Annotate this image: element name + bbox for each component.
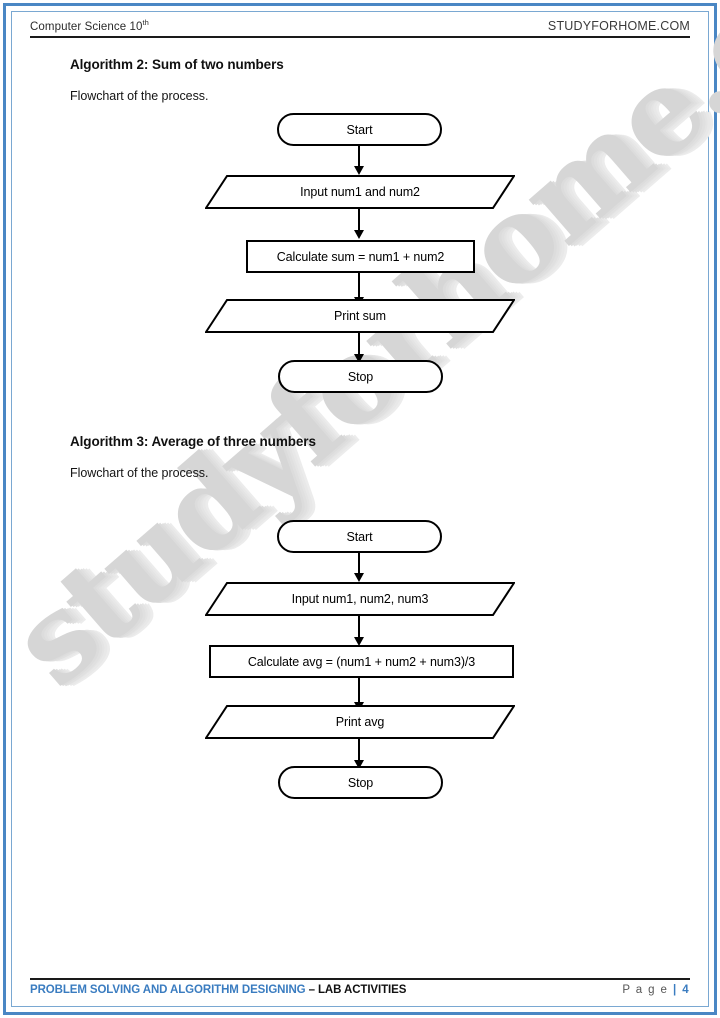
flowchart-1-node-input-label: Input num1 and num2	[300, 185, 420, 199]
flowchart-1-node-input: Input num1 and num2	[205, 175, 515, 209]
flowchart-1-arrow-4	[354, 333, 364, 363]
flowchart-2-arrow-1	[354, 553, 364, 582]
footer-page-number: 4	[682, 984, 690, 996]
flowchart-1-arrow-3	[354, 273, 364, 306]
flowchart-1-node-print-label: Print sum	[334, 309, 386, 323]
footer-page-indicator: P a g e | 4	[622, 984, 690, 996]
algorithm-3-subheading: Flowchart of the process.	[70, 466, 209, 480]
flowchart-2-node-start-label: Start	[346, 529, 373, 544]
flowchart-2-arrow-3	[354, 678, 364, 711]
flowchart-1-arrow-1	[354, 146, 364, 175]
flowchart-2-node-start: Start	[277, 520, 442, 553]
footer-title-highlight: PROBLEM SOLVING AND ALGORITHM DESIGNING	[30, 984, 306, 996]
header-subject-ordinal: th	[142, 18, 149, 27]
flowchart-1-node-calculate: Calculate sum = num1 + num2	[246, 240, 475, 273]
footer-page-separator: |	[672, 984, 678, 996]
flowchart-1-node-stop: Stop	[278, 360, 443, 393]
flowchart-2-arrow-4	[354, 739, 364, 769]
flowchart-2-node-calculate-label: Calculate avg = (num1 + num2 + num3)/3	[247, 654, 476, 669]
flowchart-2-node-input-label: Input num1, num2, num3	[291, 592, 429, 606]
flowchart-2-node-stop: Stop	[278, 766, 443, 799]
flowchart-2-node-print-label: Print avg	[335, 715, 385, 729]
algorithm-2-subheading: Flowchart of the process.	[70, 89, 209, 103]
footer-title-rest: – LAB ACTIVITIES	[305, 984, 407, 996]
flowchart-1-node-start: Start	[277, 113, 442, 146]
flowchart-1-arrow-2	[354, 209, 364, 239]
flowchart-2-node-calculate: Calculate avg = (num1 + num2 + num3)/3	[209, 645, 514, 678]
header-site-name: STUDYFORHOME.COM	[547, 18, 690, 33]
header-subject-text: Computer Science 10	[30, 20, 143, 33]
footer-title: PROBLEM SOLVING AND ALGORITHM DESIGNING …	[30, 984, 406, 996]
algorithm-2-heading: Algorithm 2: Sum of two numbers	[70, 57, 284, 72]
flowchart-2-arrow-2	[354, 616, 364, 646]
footer-page-label: P a g e	[622, 984, 669, 996]
flowchart-1-node-start-label: Start	[346, 122, 373, 137]
algorithm-3-heading: Algorithm 3: Average of three numbers	[70, 434, 316, 449]
flowchart-1-node-calculate-label: Calculate sum = num1 + num2	[276, 249, 445, 264]
page-footer: PROBLEM SOLVING AND ALGORITHM DESIGNING …	[30, 978, 690, 996]
flowchart-2-node-stop-label: Stop	[347, 775, 374, 790]
page-content: Computer Science 10th STUDYFORHOME.COM A…	[0, 0, 720, 1018]
page-header: Computer Science 10th STUDYFORHOME.COM	[30, 18, 690, 38]
flowchart-1-node-stop-label: Stop	[347, 369, 374, 384]
flowchart-1-node-print: Print sum	[205, 299, 515, 333]
flowchart-2-node-print: Print avg	[205, 705, 515, 739]
flowchart-2-node-input: Input num1, num2, num3	[205, 582, 515, 616]
header-subject: Computer Science 10th	[30, 18, 149, 33]
document-page: studyforhome.com Computer Science 10th S…	[0, 0, 720, 1018]
